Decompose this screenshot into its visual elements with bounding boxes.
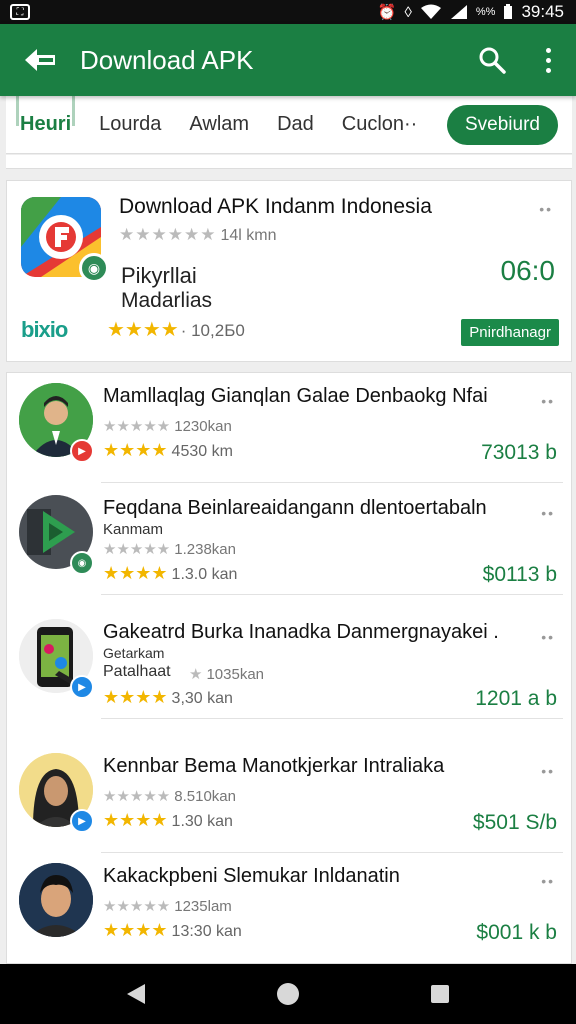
verified-badge-icon: ◉ — [70, 551, 94, 575]
more-icon[interactable]: •• — [541, 629, 555, 645]
nav-home-icon — [277, 983, 299, 1005]
play-badge-icon: ▶ — [70, 675, 94, 699]
star-rating: ★★★★ 1.30 kan — [103, 810, 233, 830]
featured-more-icon[interactable]: •• — [539, 201, 553, 217]
vibrate-icon: ◊ — [404, 3, 412, 21]
status-bar: ⛶ ⏰ ◊ %% 39:45 — [0, 0, 576, 24]
featured-brand-logo: bixio — [21, 317, 68, 342]
app-title: Mamllaqlag Gianqlan Galae Denbaokg Nfai — [103, 385, 488, 407]
tab-1[interactable]: Lourda — [85, 96, 175, 154]
back-icon — [25, 49, 55, 71]
list-item[interactable]: ◉ Feqdana Beinlareaidangann dlentoertaba… — [7, 485, 573, 595]
app-developer: Getarkam — [103, 645, 165, 661]
overflow-menu-button[interactable] — [520, 24, 576, 96]
list-item[interactable]: ▶ Kennbar Bema Manotkjerkar Intraliaka •… — [7, 743, 573, 853]
app-developer: Kanmam — [103, 521, 164, 538]
system-nav-bar — [0, 964, 576, 1024]
tab-action-button[interactable]: Svebiurd — [447, 104, 558, 145]
app-price: 73013 b — [481, 441, 557, 464]
signal-icon — [450, 5, 467, 19]
alarm-icon: ⏰ — [377, 4, 397, 21]
app-price: $501 S/b — [472, 811, 557, 834]
app-price: 1201 a b — [475, 687, 557, 710]
list-item[interactable]: ▶ Gakeatrd Burka Inanadka Danmergnayakei… — [7, 609, 573, 719]
app-price: $001 k b — [476, 921, 557, 944]
category-tabs: Heuri Lourda Awlam Dad Cuclon·· Svebiurd — [6, 95, 572, 154]
battery-icon — [504, 4, 513, 19]
featured-category: Madarlias — [121, 289, 213, 312]
grey-rating: ★ 1035kan — [189, 666, 265, 683]
grey-rating: ★★★★★ 1.238kan — [103, 541, 236, 558]
app-bar: Download APK — [0, 24, 576, 96]
app-title: Kennbar Bema Manotkjerkar Intraliaka — [103, 755, 445, 777]
nav-recents-button[interactable] — [410, 964, 470, 1024]
tabs-spacer — [6, 155, 572, 169]
tab-3[interactable]: Dad — [263, 96, 328, 154]
wifi-icon — [420, 4, 441, 19]
grey-rating: ★★★★★ 8.510kan — [103, 788, 236, 805]
featured-app-card[interactable]: ◉ Download APK Indanm Indonesia •• ★★★★★… — [6, 180, 572, 362]
featured-price: 06:0 — [500, 255, 556, 286]
more-vert-icon — [545, 47, 551, 73]
page-title: Download APK — [80, 44, 254, 75]
back-button[interactable] — [0, 24, 80, 96]
app-price: $0113 b — [482, 563, 557, 586]
app-avatar — [19, 863, 93, 937]
nav-back-button[interactable] — [106, 964, 166, 1024]
clock: 39:45 — [521, 2, 564, 21]
play-badge-icon: ▶ — [70, 439, 94, 463]
nav-back-icon — [127, 984, 145, 1004]
list-item[interactable]: Kakackpbeni Slemukar Inldanatin •• ★★★★★… — [7, 853, 573, 963]
featured-star-rating: ★★★★ · 10,2Б0 — [107, 319, 245, 341]
tab-0[interactable]: Heuri — [6, 95, 85, 154]
more-icon[interactable]: •• — [541, 505, 555, 521]
star-rating: ★★★★ 3,30 kan — [103, 687, 233, 707]
app-category: Patalhaat — [103, 663, 171, 680]
play-badge-icon: ▶ — [70, 809, 94, 833]
search-button[interactable] — [464, 24, 520, 96]
tab-4[interactable]: Cuclon·· — [328, 96, 432, 154]
nav-recents-icon — [431, 985, 449, 1003]
app-list: ▶ Mamllaqlag Gianqlan Galae Denbaokg Nfa… — [6, 372, 572, 964]
battery-percent: %% — [475, 6, 496, 18]
app-title: Gakeatrd Burka Inanadka Danmergnayakei . — [103, 621, 499, 643]
grey-rating: ★★★★★ 1230kan — [103, 418, 232, 435]
grey-rating: ★★★★★ 1235lam — [103, 898, 232, 915]
star-rating: ★★★★ 4530 km — [103, 440, 233, 460]
more-icon[interactable]: •• — [541, 873, 555, 889]
notification-icon: ⛶ — [10, 4, 30, 20]
tab-2[interactable]: Awlam — [175, 96, 263, 154]
featured-install-button[interactable]: Pnirdhanagr — [461, 319, 559, 346]
search-icon — [479, 47, 506, 74]
star-rating: ★★★★ 1.3.0 kan — [103, 563, 238, 583]
nav-home-button[interactable] — [258, 964, 318, 1024]
more-icon[interactable]: •• — [541, 393, 555, 409]
more-icon[interactable]: •• — [541, 763, 555, 779]
verified-badge-icon: ◉ — [79, 253, 109, 283]
app-title: Feqdana Beinlareaidangann dlentoertabaln — [103, 497, 487, 519]
list-item[interactable]: ▶ Mamllaqlag Gianqlan Galae Denbaokg Nfa… — [7, 373, 573, 483]
star-rating: ★★★★ 13:30 kan — [103, 920, 242, 940]
featured-grey-rating: ★★★★★★ 14l kmn — [119, 225, 277, 244]
featured-app-title: Download APK Indanm Indonesia — [119, 195, 432, 218]
app-title: Kakackpbeni Slemukar Inldanatin — [103, 865, 400, 887]
featured-developer: Pikyrllai — [121, 263, 197, 288]
